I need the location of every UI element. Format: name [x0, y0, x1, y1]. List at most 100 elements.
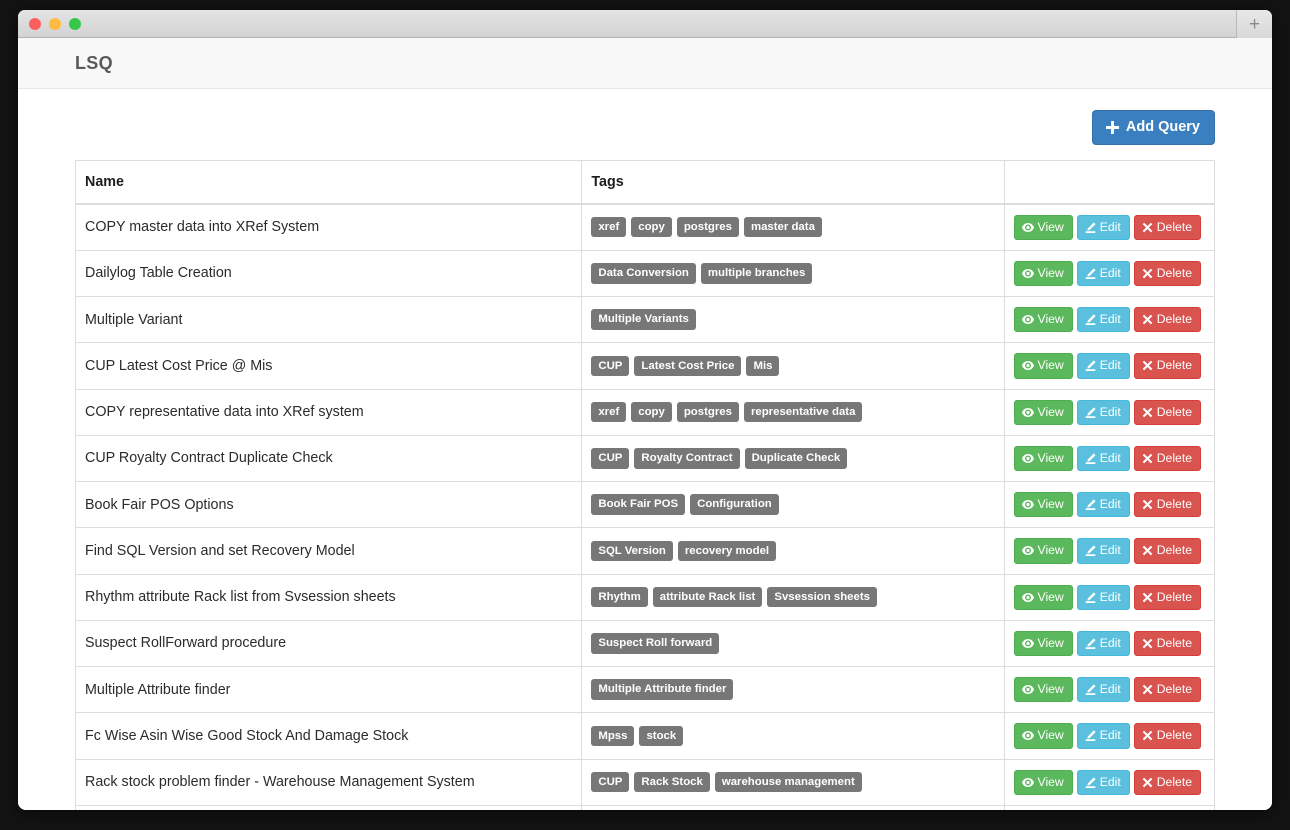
minimize-window-button[interactable]: [49, 17, 61, 30]
table-row: Fc Wise Asin Wise Good Stock And Damage …: [75, 712, 1215, 759]
eye-icon: [1021, 407, 1034, 418]
edit-button[interactable]: Edit: [1076, 399, 1130, 425]
query-tags-cell: xref copy postgres representative data: [581, 388, 1005, 436]
tag-badge: xref: [591, 216, 627, 238]
page-container: Add Query Name Tags COPY master data int…: [18, 89, 1272, 810]
new-tab-button[interactable]: +: [1236, 10, 1272, 38]
view-button[interactable]: View: [1013, 584, 1073, 610]
view-button[interactable]: View: [1013, 445, 1073, 471]
view-button[interactable]: View: [1013, 677, 1073, 703]
delete-button-label: Delete: [1156, 635, 1192, 650]
query-name-cell: New DB Itemgroup set product type hierar…: [75, 804, 583, 810]
eye-icon: [1021, 592, 1034, 603]
table-header: Name Tags: [75, 160, 1215, 205]
edit-button[interactable]: Edit: [1076, 677, 1130, 703]
view-button[interactable]: View: [1013, 538, 1073, 564]
edit-button[interactable]: Edit: [1076, 584, 1130, 610]
query-actions-cell: ViewEdit Delete: [1004, 203, 1215, 251]
edit-button[interactable]: Edit: [1076, 723, 1130, 749]
view-button-label: View: [1037, 543, 1064, 558]
table-row: CUP Royalty Contract Duplicate Check CUP R…: [75, 434, 1215, 482]
queries-table: Name Tags COPY master data into XRef Sys…: [75, 159, 1215, 810]
maximize-window-button[interactable]: [69, 17, 81, 30]
close-x-icon: [1142, 407, 1153, 418]
edit-button-label: Edit: [1099, 635, 1121, 650]
query-name-cell: Multiple Attribute finder: [75, 665, 583, 713]
delete-button[interactable]: Delete: [1133, 353, 1201, 379]
delete-button-label: Delete: [1156, 682, 1192, 696]
view-button[interactable]: View: [1013, 399, 1073, 425]
edit-button[interactable]: Edit: [1076, 445, 1130, 471]
query-name-cell: COPY representative data into XRef syste…: [75, 388, 583, 436]
edit-button[interactable]: Edit: [1076, 260, 1130, 286]
view-button[interactable]: View: [1013, 492, 1073, 518]
query-tags-cell: Mpss stock: [581, 712, 1005, 759]
eye-icon: [1021, 222, 1034, 233]
tag-badge: Rhythm: [591, 586, 648, 608]
view-button-label: View: [1037, 635, 1064, 650]
table-row: Rack stock problem finder - Warehouse Ma…: [75, 758, 1215, 806]
tag-badge: master data: [743, 216, 822, 238]
browser-window: + LSQ Add Query Name Tags COPY master da…: [18, 10, 1272, 810]
new-tab-label: +: [1248, 13, 1261, 35]
edit-button-label: Edit: [1099, 404, 1121, 419]
query-tags-cell: Data Conversion multiple branches: [581, 249, 1005, 297]
table-row: Dailylog Table Creation Data Conversion mu…: [75, 249, 1215, 297]
delete-button[interactable]: Delete: [1133, 492, 1201, 518]
close-window-button[interactable]: [29, 17, 41, 30]
query-name-cell: COPY master data into XRef System: [75, 203, 583, 251]
view-button[interactable]: View: [1013, 260, 1073, 286]
eye-icon: [1021, 545, 1034, 556]
edit-button[interactable]: Edit: [1076, 492, 1130, 518]
tag-badge: Svsession sheets: [767, 586, 877, 608]
query-tags-cell: CUP Rack Stock warehouse management: [581, 758, 1005, 806]
edit-button[interactable]: Edit: [1076, 630, 1130, 656]
close-x-icon: [1142, 453, 1153, 464]
tag-badge: postgres: [676, 401, 739, 423]
delete-button-label: Delete: [1156, 450, 1192, 465]
pencil-icon: [1085, 314, 1096, 326]
edit-button[interactable]: Edit: [1076, 769, 1130, 795]
edit-button[interactable]: Edit: [1076, 214, 1130, 240]
delete-button[interactable]: Delete: [1133, 260, 1201, 286]
view-button[interactable]: View: [1013, 723, 1073, 749]
query-name-cell: Rack stock problem finder - Warehouse Ma…: [75, 758, 583, 806]
query-actions-cell: ViewEditDelete: [1004, 712, 1215, 759]
delete-button[interactable]: Delete: [1133, 677, 1201, 703]
view-button[interactable]: View: [1013, 214, 1073, 240]
column-header-actions: [1004, 160, 1215, 205]
query-actions-cell: ViewEditDelete: [1004, 804, 1215, 810]
view-button[interactable]: View: [1013, 769, 1073, 795]
delete-button[interactable]: Delete: [1133, 584, 1201, 610]
delete-button[interactable]: Delete: [1133, 399, 1201, 425]
view-button[interactable]: View: [1013, 307, 1073, 333]
delete-button-label: Delete: [1156, 265, 1192, 280]
eye-icon: [1021, 453, 1034, 464]
delete-button[interactable]: Delete: [1133, 769, 1201, 795]
edit-button-label: Edit: [1099, 497, 1121, 511]
edit-button-label: Edit: [1099, 543, 1121, 558]
query-tags-cell: ItemgroupsMagazineGeneral Items: [581, 804, 1005, 810]
app-brand[interactable]: LSQ: [75, 53, 113, 74]
query-actions-cell: ViewEditDelete: [1004, 295, 1215, 343]
add-query-button[interactable]: Add Query: [1091, 110, 1215, 145]
delete-button[interactable]: Delete: [1133, 307, 1201, 333]
tag-badge: attribute Rack list: [652, 586, 763, 608]
tag-badge: Multiple Variants: [591, 309, 696, 330]
delete-button[interactable]: Delete: [1133, 538, 1201, 564]
edit-button[interactable]: Edit: [1076, 538, 1130, 564]
delete-button[interactable]: Delete: [1133, 630, 1201, 656]
pencil-icon: [1085, 592, 1096, 603]
table-row: Suspect RollForward procedure Suspect Rol…: [75, 619, 1215, 667]
edit-button-label: Edit: [1099, 450, 1121, 465]
delete-button[interactable]: Delete: [1133, 445, 1201, 471]
delete-button[interactable]: Delete: [1133, 214, 1201, 240]
delete-button-label: Delete: [1156, 219, 1192, 234]
table-row: Rhythm attribute Rack list from Svsessio…: [75, 573, 1215, 621]
edit-button[interactable]: Edit: [1076, 353, 1130, 379]
delete-button[interactable]: Delete: [1133, 723, 1201, 749]
view-button[interactable]: View: [1013, 630, 1073, 656]
tag-badge: Mis: [746, 355, 780, 377]
view-button[interactable]: View: [1013, 353, 1073, 379]
edit-button[interactable]: Edit: [1076, 307, 1130, 333]
